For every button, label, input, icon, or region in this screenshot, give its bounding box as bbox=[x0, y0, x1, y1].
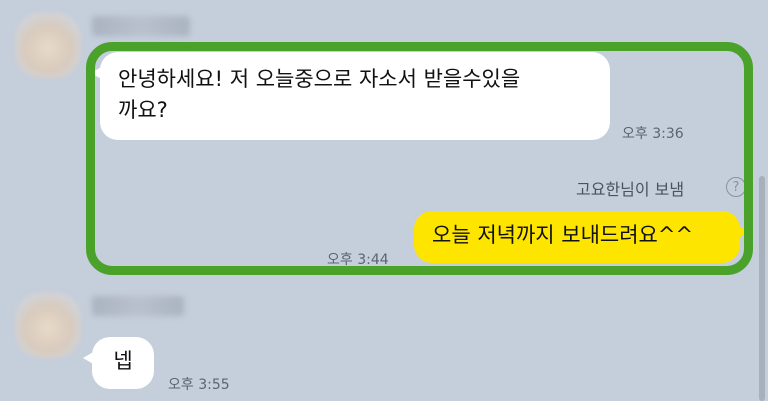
help-icon[interactable]: ? bbox=[726, 177, 746, 197]
scrollbar[interactable] bbox=[759, 176, 765, 401]
outgoing-message-bubble[interactable]: 오늘 저녁까지 보내드려요^^ bbox=[414, 211, 749, 263]
message-time: 오후 3:55 bbox=[168, 377, 230, 393]
sent-by-label: 고요한님이 보냄 bbox=[576, 180, 685, 199]
message-text-line: 까요? bbox=[118, 98, 168, 122]
avatar[interactable] bbox=[15, 292, 81, 358]
sender-name-blurred bbox=[92, 16, 190, 36]
message-time: 오후 3:44 bbox=[327, 252, 389, 268]
sender-name-blurred bbox=[92, 296, 184, 316]
message-text-line: 안녕하세요! 저 오늘중으로 자소서 받을수있을 bbox=[118, 67, 521, 91]
message-time: 오후 3:36 bbox=[622, 126, 684, 142]
message-text: 넵 bbox=[113, 349, 133, 373]
incoming-message-bubble[interactable]: 넵 bbox=[83, 337, 154, 389]
avatar[interactable] bbox=[15, 12, 81, 78]
message-text: 오늘 저녁까지 보내드려요^^ bbox=[432, 223, 694, 247]
incoming-message-bubble[interactable]: 안녕하세요! 저 오늘중으로 자소서 받을수있을 까요? bbox=[91, 52, 610, 140]
